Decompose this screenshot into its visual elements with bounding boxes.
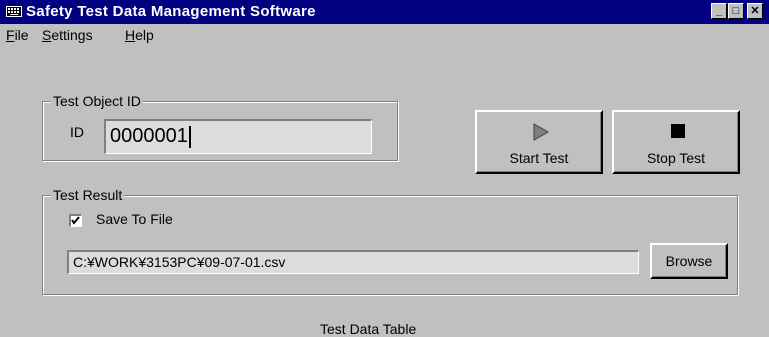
menu-help[interactable]: Help (125, 27, 154, 43)
keyboard-icon (6, 6, 22, 17)
test-result-group-label: Test Result (51, 187, 125, 203)
minimize-button[interactable]: _ (711, 3, 727, 19)
stop-icon (671, 124, 685, 138)
window-title: Safety Test Data Management Software (26, 3, 316, 20)
checkmark-icon (71, 216, 80, 225)
menu-bar: File Settings Help (0, 24, 769, 46)
close-button[interactable]: ✕ (747, 3, 763, 19)
file-path-input[interactable]: C:¥WORK¥3153PC¥09-07-01.csv (67, 250, 639, 274)
start-test-button[interactable]: Start Test (475, 110, 603, 174)
save-to-file-checkbox[interactable] (69, 214, 82, 227)
stop-test-label: Stop Test (646, 150, 706, 166)
menu-settings[interactable]: Settings (42, 27, 93, 43)
stop-test-button[interactable]: Stop Test (612, 110, 740, 174)
id-input[interactable]: 0000001 (104, 119, 372, 154)
maximize-button[interactable]: □ (728, 3, 744, 19)
close-icon: ✕ (750, 5, 760, 17)
minimize-icon: _ (715, 5, 723, 17)
id-label: ID (70, 124, 84, 140)
test-result-group: Test Result (42, 187, 738, 295)
text-cursor (188, 125, 191, 148)
play-icon (533, 123, 549, 141)
maximize-icon: □ (732, 5, 740, 17)
test-object-group-label: Test Object ID (51, 93, 143, 109)
test-data-table-title: Test Data Table (320, 321, 417, 337)
menu-file[interactable]: File (6, 27, 29, 43)
browse-button[interactable]: Browse (650, 243, 728, 279)
browse-label: Browse (665, 253, 713, 269)
start-test-label: Start Test (509, 150, 569, 166)
title-bar[interactable]: Safety Test Data Management Software _ □… (0, 0, 769, 24)
application-window: Safety Test Data Management Software _ □… (0, 0, 769, 337)
save-to-file-label: Save To File (96, 211, 173, 227)
